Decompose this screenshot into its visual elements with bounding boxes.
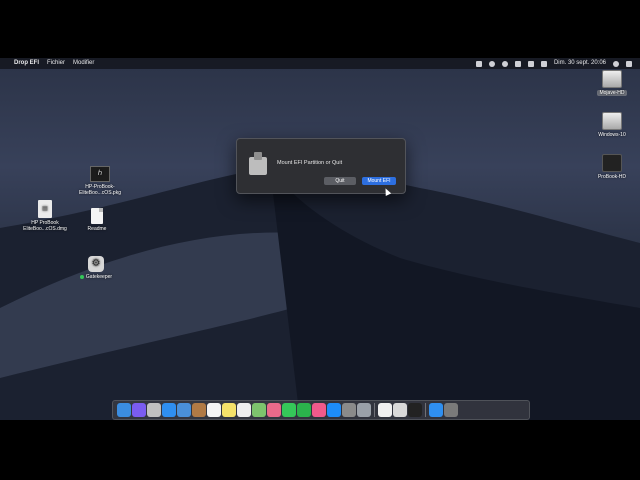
record-icon[interactable] [488,60,495,67]
dock-trash-icon[interactable] [444,403,458,417]
dock-siri-icon[interactable] [132,403,146,417]
pkg-icon: ℎ [90,166,110,182]
desktop-icon-label: Readme [87,226,107,232]
hard-disk-icon [602,112,622,130]
dmg-icon: ▤ [38,200,52,218]
dock-maps-icon[interactable] [252,403,266,417]
dock-separator [425,403,426,417]
app-name-menu[interactable]: Drop EFI [14,58,39,69]
desktop-icon-label: ProBook-HD [597,174,627,180]
dock-photos-icon[interactable] [267,403,281,417]
search-icon[interactable] [613,60,619,67]
menu-modifier[interactable]: Modifier [73,58,94,69]
desktop-icon-label: HP ProBook EliteBoo...cOS.dmg [23,220,67,232]
desktop-icon-label: Windows-10 [598,132,626,138]
desktop-screen: Drop EFI Fichier Modifier Dim. 30 sept. … [0,58,640,420]
mount-efi-dialog: Mount EFI Partition or Quit Quit Mount E… [236,138,406,194]
desktop-icon-dmg[interactable]: ▤ HP ProBook EliteBoo...cOS.dmg [15,200,75,232]
desktop-icon-gatekeeper[interactable]: ⚙ Gatekeeper [66,256,126,280]
dock-separator [374,403,375,417]
hard-disk-icon [602,154,622,172]
dock-calendar-icon[interactable] [207,403,221,417]
wifi-icon[interactable] [527,60,534,67]
dock-launchpad-icon[interactable] [147,403,161,417]
dock-reminders-icon[interactable] [237,403,251,417]
green-tag-icon [79,274,84,279]
dock-facetime-icon[interactable] [297,403,311,417]
desktop-icon-readme[interactable]: Readme [67,208,127,232]
dock-terminal-icon[interactable] [408,403,422,417]
desktop-icon-mojave-hd[interactable]: Mojave-HD [582,70,640,96]
dock [112,400,530,420]
menu-bar: Drop EFI Fichier Modifier Dim. 30 sept. … [0,58,640,69]
volume-icon[interactable] [540,60,547,67]
dock-utilities-icon[interactable] [357,403,371,417]
dock-textedit-icon[interactable] [378,403,392,417]
dock-mail-icon[interactable] [177,403,191,417]
dock-itunes-icon[interactable] [312,403,326,417]
mount-efi-button[interactable]: Mount EFI [362,177,396,185]
menu-fichier[interactable]: Fichier [47,58,65,69]
desktop-icon-pkg[interactable]: ℎ HP-ProBook-EliteBoo...cOS.pkg [70,166,130,196]
dock-system-preferences-icon[interactable] [342,403,356,417]
dock-notes-icon[interactable] [222,403,236,417]
dock-messages-icon[interactable] [282,403,296,417]
document-icon [91,208,103,224]
quit-button[interactable]: Quit [324,177,356,185]
gear-icon[interactable] [501,60,508,67]
dock-contacts-icon[interactable] [192,403,206,417]
hard-disk-icon [602,70,622,88]
desktop-icon-label: Gatekeeper [85,274,113,280]
dock-finder-icon[interactable] [117,403,131,417]
bluetooth-icon[interactable] [514,60,521,67]
dock-safari-icon[interactable] [162,403,176,417]
menubar-clock[interactable]: Dim. 30 sept. 20:06 [554,58,606,69]
dock-downloads-icon[interactable] [429,403,443,417]
gatekeeper-app-icon: ⚙ [88,256,104,272]
dialog-message: Mount EFI Partition or Quit [277,160,343,166]
dock-preview-icon[interactable] [393,403,407,417]
status-app-icon[interactable] [475,60,482,67]
dock-app-store-icon[interactable] [327,403,341,417]
desktop-icon-probook-hd[interactable]: ProBook-HD [582,154,640,180]
desktop-icon-label: HP-ProBook-EliteBoo...cOS.pkg [79,184,121,196]
desktop-icon-label: Mojave-HD [597,90,627,96]
drop-efi-app-icon [249,152,267,175]
notification-center-icon[interactable] [626,60,632,67]
mojave-wallpaper [0,167,640,420]
desktop-icon-windows-10[interactable]: Windows-10 [582,112,640,138]
